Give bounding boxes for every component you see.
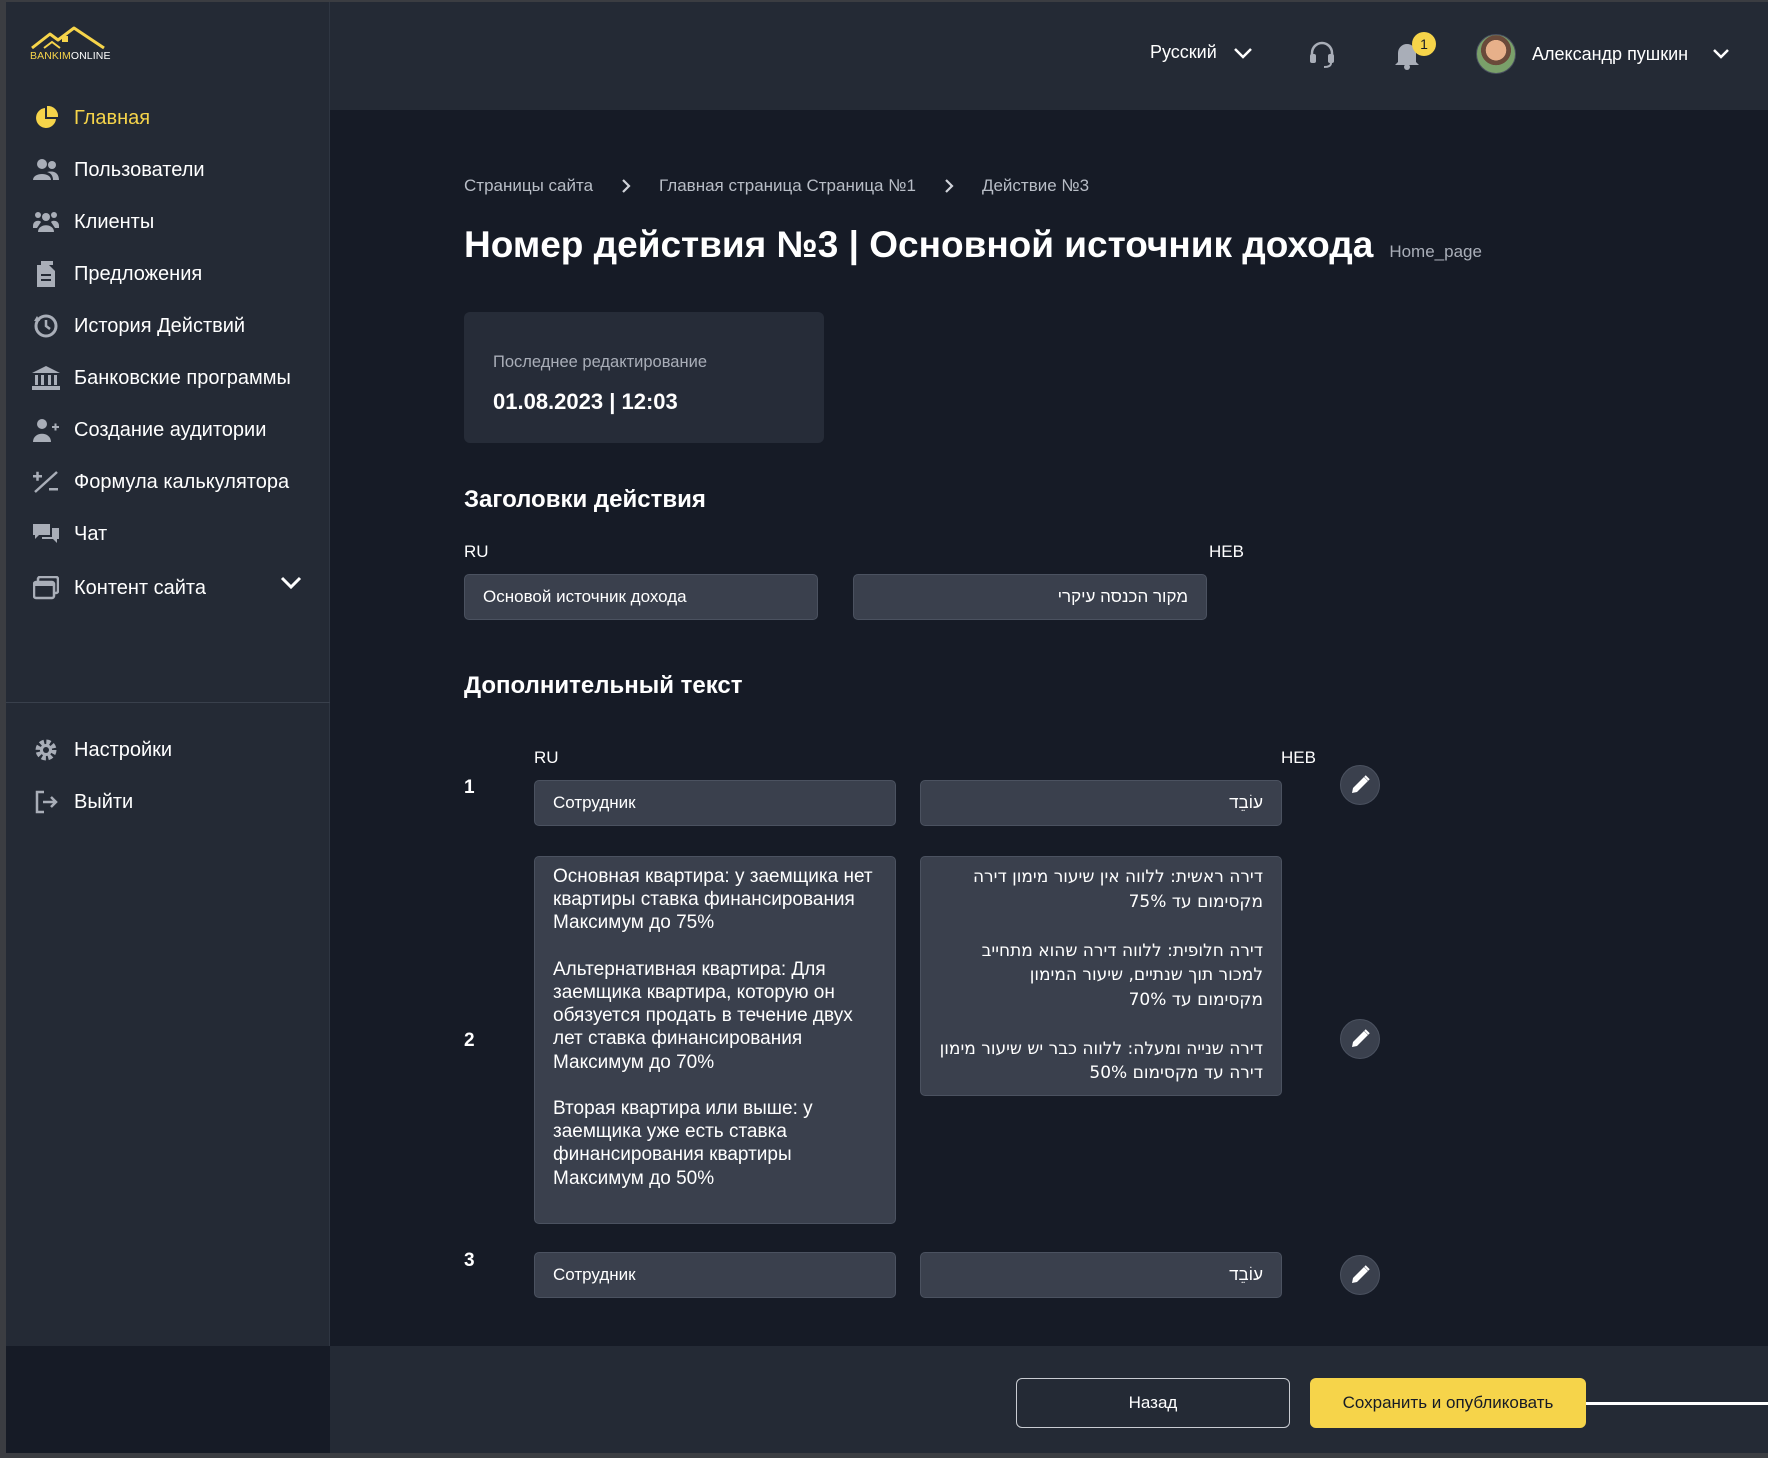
clients-icon xyxy=(30,206,62,238)
sidebar-item-label: Чат xyxy=(74,522,108,545)
bottom-action-bar: Назад Сохранить и опубликовать xyxy=(330,1346,1768,1453)
heb-label: HEB xyxy=(1209,542,1244,561)
pencil-icon xyxy=(1352,775,1370,793)
chat-icon xyxy=(30,518,62,550)
page-slug: Home_page xyxy=(1389,242,1482,261)
breadcrumb-item[interactable]: Страницы сайта xyxy=(464,176,593,196)
logo-text: BANKIMONLINE xyxy=(30,50,111,62)
sidebar-item-chat[interactable]: Чат xyxy=(30,514,310,554)
chevron-down-icon xyxy=(1233,47,1252,59)
sidebar-item-home[interactable]: Главная xyxy=(30,98,310,138)
last-edit-caption: Последнее редактирование xyxy=(493,353,707,371)
sidebar-item-bank-programs[interactable]: Банковские программы xyxy=(30,358,310,398)
last-edit-value: 01.08.2023 | 12:03 xyxy=(493,389,678,414)
chevron-right-icon xyxy=(944,178,954,194)
sidebar-item-label: Создание аудитории xyxy=(74,418,267,441)
user-menu[interactable]: Александр пушкин xyxy=(1476,34,1730,74)
extra-text-heb-input[interactable]: עוֹבֵד xyxy=(920,1252,1282,1298)
add-user-icon xyxy=(30,414,62,446)
heading-heb-input[interactable]: מקור הכנסה עיקרי xyxy=(853,574,1207,620)
breadcrumb-item[interactable]: Главная страница Страница №1 xyxy=(659,176,916,196)
content-icon xyxy=(30,572,62,604)
back-button[interactable]: Назад xyxy=(1016,1378,1290,1428)
pie-chart-icon xyxy=(30,102,62,134)
extra-text-ru-input[interactable]: Сотрудник xyxy=(534,1252,896,1298)
extra-text-ru-textarea[interactable]: Основная квартира: у заемщика нет кварти… xyxy=(534,856,896,1224)
save-publish-button[interactable]: Сохранить и опубликовать xyxy=(1310,1378,1586,1428)
sidebar-item-label: Предложения xyxy=(74,262,203,285)
row-number: 3 xyxy=(464,1250,475,1271)
heading-ru-input[interactable]: Основой источник дохода xyxy=(464,574,818,620)
connector-line xyxy=(1586,1402,1768,1405)
pencil-icon xyxy=(1352,1265,1370,1283)
logout-icon xyxy=(30,786,62,818)
logo[interactable] xyxy=(30,24,120,70)
section-title-headings: Заголовки действия xyxy=(464,486,706,513)
sidebar-item-logout[interactable]: Выйти xyxy=(30,782,310,822)
edit-row-button[interactable] xyxy=(1340,765,1380,805)
extra-text-ru-input[interactable]: Сотрудник xyxy=(534,780,896,826)
chevron-down-icon[interactable] xyxy=(280,576,302,595)
sidebar-item-settings[interactable]: Настройки xyxy=(30,730,310,770)
row-number: 1 xyxy=(464,777,475,798)
page-header: Номер действия №3 | Основной источник до… xyxy=(464,224,1482,266)
sidebar-item-offers[interactable]: Предложения xyxy=(30,254,310,294)
pencil-icon xyxy=(1352,1029,1370,1047)
ru-label: RU xyxy=(464,542,489,561)
document-icon xyxy=(30,258,62,290)
avatar xyxy=(1476,34,1516,74)
top-bar: Русский 1 Александр пушкин xyxy=(330,2,1768,110)
language-selector[interactable]: Русский xyxy=(1150,42,1253,63)
sidebar-item-label: Главная xyxy=(74,106,151,129)
sidebar-item-site-content[interactable]: Контент сайта xyxy=(30,568,310,608)
sidebar-item-label: Контент сайта xyxy=(74,576,206,599)
sidebar-item-label: Клиенты xyxy=(74,210,155,233)
chevron-right-icon xyxy=(621,178,631,194)
house-logo-icon xyxy=(31,26,105,50)
sidebar-item-label: Пользователи xyxy=(74,158,205,181)
sidebar: BANKIMONLINE Главная Пользователи Клиент… xyxy=(6,2,330,1346)
last-edit-card: Последнее редактирование 01.08.2023 | 12… xyxy=(464,312,824,443)
sidebar-item-audience[interactable]: Создание аудитории xyxy=(30,410,310,450)
gear-icon xyxy=(30,734,62,766)
sidebar-item-formula[interactable]: Формула калькулятора xyxy=(30,462,310,502)
sidebar-item-users[interactable]: Пользователи xyxy=(30,150,310,190)
chevron-down-icon xyxy=(1713,49,1730,59)
users-icon xyxy=(30,154,62,186)
sidebar-item-label: История Действий xyxy=(74,314,246,337)
breadcrumb: Страницы сайта Главная страница Страница… xyxy=(464,176,1089,196)
heb-label: HEB xyxy=(1281,748,1316,767)
extra-text-heb-textarea[interactable]: דירה ראשית: ללווה אין שיעור מימון דירה מ… xyxy=(920,856,1282,1096)
row-number: 2 xyxy=(464,1030,475,1051)
extra-text-heb-input[interactable]: עוֹבֵד xyxy=(920,780,1282,826)
notification-badge: 1 xyxy=(1412,32,1436,56)
breadcrumb-item-current: Действие №3 xyxy=(981,176,1090,195)
bank-icon xyxy=(30,362,62,394)
sidebar-item-label: Банковские программы xyxy=(74,366,291,389)
user-name: Александр пушкин xyxy=(1532,43,1689,64)
app-window: BANKIMONLINE Главная Пользователи Клиент… xyxy=(6,2,1768,1453)
sidebar-item-clients[interactable]: Клиенты xyxy=(30,202,310,242)
sidebar-item-label: Выйти xyxy=(74,790,134,813)
page-title: Номер действия №3 | Основной источник до… xyxy=(464,224,1374,265)
edit-row-button[interactable] xyxy=(1340,1255,1380,1295)
sidebar-item-label: Формула калькулятора xyxy=(74,470,290,493)
formula-icon xyxy=(30,466,62,498)
sidebar-item-label: Настройки xyxy=(74,738,173,761)
sidebar-item-history[interactable]: История Действий xyxy=(30,306,310,346)
section-title-extra-text: Дополнительный текст xyxy=(464,672,743,699)
language-label: Русский xyxy=(1150,42,1217,62)
support-headset-icon[interactable] xyxy=(1307,40,1337,75)
main-content: Страницы сайта Главная страница Страница… xyxy=(330,110,1768,1346)
history-icon xyxy=(30,310,62,342)
ru-label: RU xyxy=(534,748,559,767)
sidebar-divider xyxy=(6,702,330,703)
edit-row-button[interactable] xyxy=(1340,1019,1380,1059)
